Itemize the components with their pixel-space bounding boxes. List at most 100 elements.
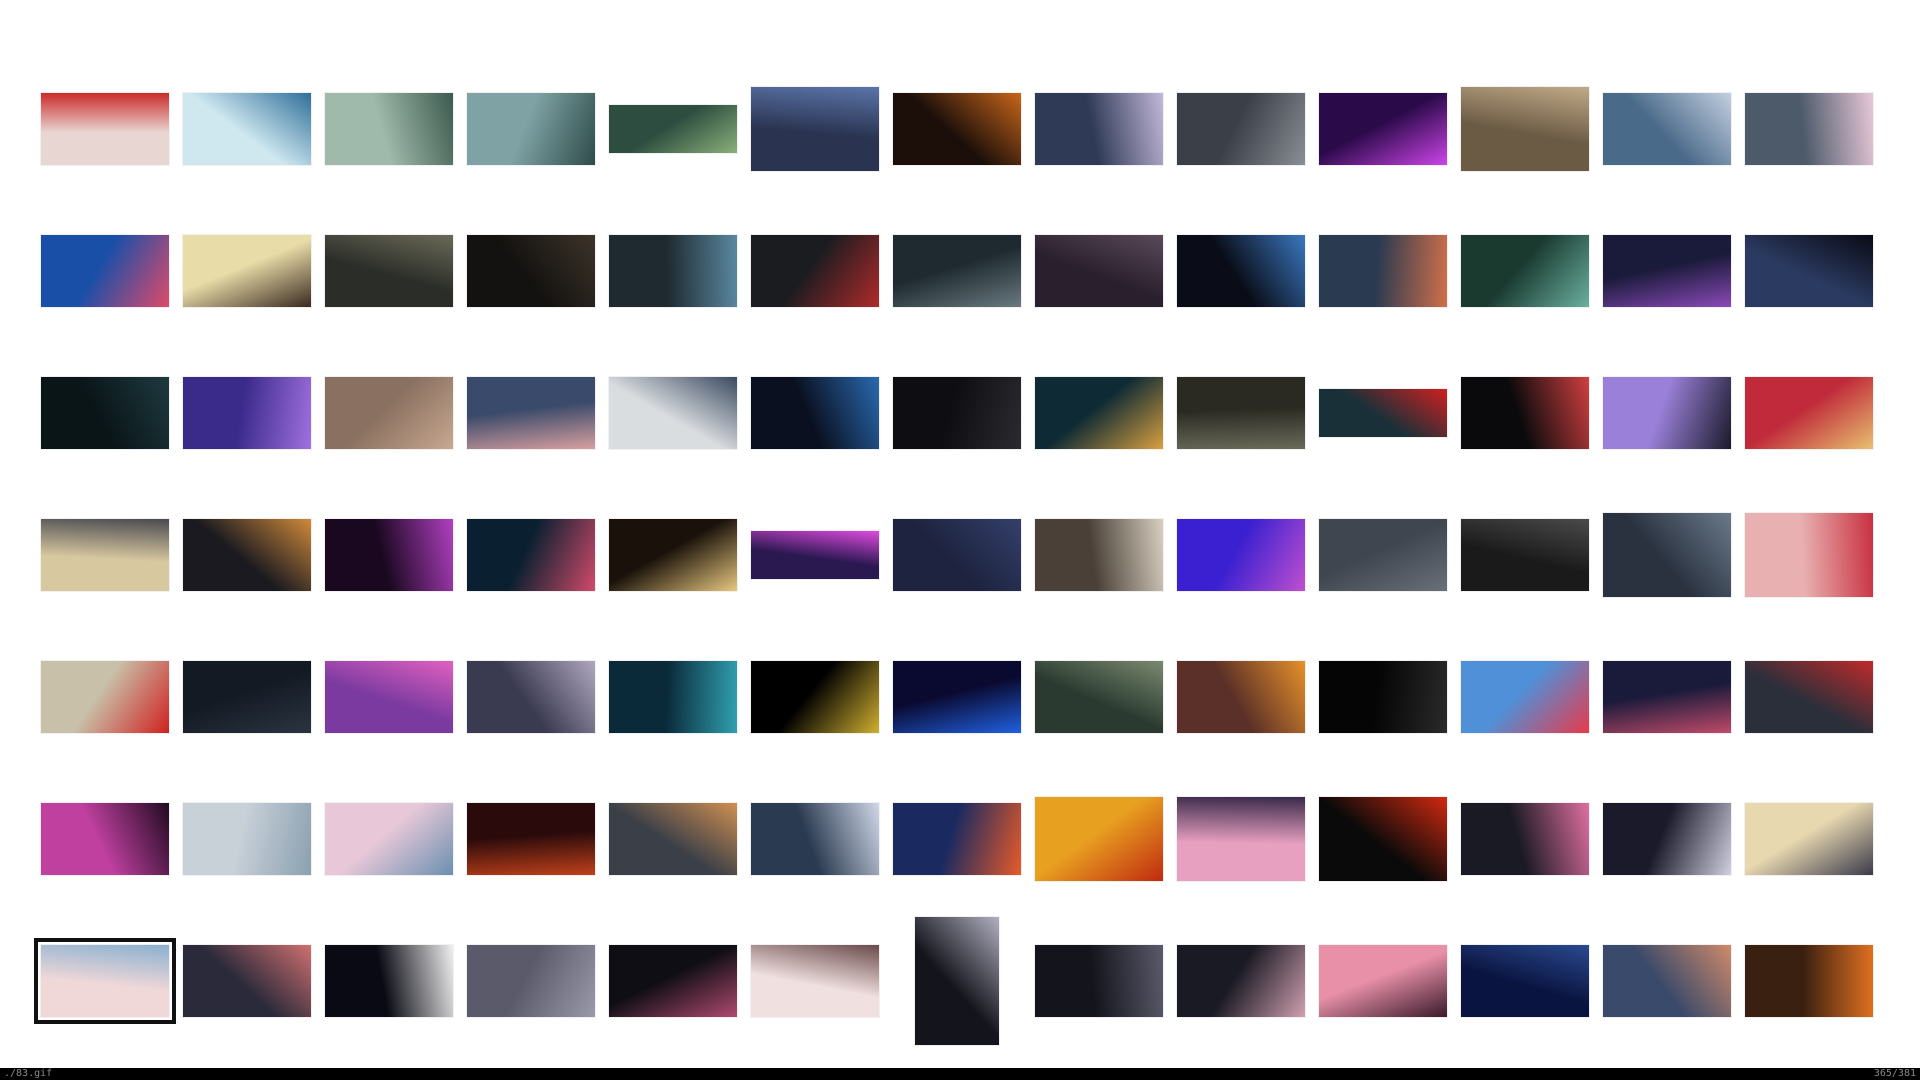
thumbnail-image[interactable] xyxy=(325,519,453,591)
thumbnail-cell[interactable] xyxy=(182,58,312,200)
thumbnail-cell[interactable] xyxy=(892,768,1022,910)
thumbnail-cell[interactable] xyxy=(1318,768,1448,910)
thumbnail-image[interactable] xyxy=(41,377,169,449)
thumbnail-cell[interactable] xyxy=(1460,200,1590,342)
thumbnail-cell[interactable] xyxy=(1034,626,1164,768)
thumbnail-image[interactable] xyxy=(1035,519,1163,591)
thumbnail-cell[interactable] xyxy=(1034,342,1164,484)
thumbnail-image[interactable] xyxy=(183,803,311,875)
thumbnail-image[interactable] xyxy=(1177,235,1305,307)
thumbnail-cell[interactable] xyxy=(892,342,1022,484)
thumbnail-cell[interactable] xyxy=(182,626,312,768)
thumbnail-image[interactable] xyxy=(1461,87,1589,171)
thumbnail-image[interactable] xyxy=(1177,377,1305,449)
thumbnail-image[interactable] xyxy=(1035,945,1163,1017)
thumbnail-image[interactable] xyxy=(751,661,879,733)
thumbnail-cell[interactable] xyxy=(1176,200,1306,342)
thumbnail-image[interactable] xyxy=(1319,389,1447,437)
thumbnail-cell[interactable] xyxy=(182,200,312,342)
thumbnail-image[interactable] xyxy=(1603,661,1731,733)
thumbnail-cell[interactable] xyxy=(1318,342,1448,484)
thumbnail-cell[interactable] xyxy=(466,910,596,1052)
thumbnail-cell[interactable] xyxy=(40,768,170,910)
thumbnail-cell[interactable] xyxy=(1318,484,1448,626)
thumbnail-image[interactable] xyxy=(1177,661,1305,733)
thumbnail-cell[interactable] xyxy=(40,626,170,768)
thumbnail-image[interactable] xyxy=(1319,93,1447,165)
thumbnail-cell[interactable] xyxy=(608,484,738,626)
thumbnail-image[interactable] xyxy=(467,235,595,307)
thumbnail-cell[interactable] xyxy=(182,910,312,1052)
thumbnail-image[interactable] xyxy=(467,945,595,1017)
thumbnail-cell[interactable] xyxy=(608,342,738,484)
thumbnail-image[interactable] xyxy=(41,235,169,307)
thumbnail-cell[interactable] xyxy=(750,626,880,768)
thumbnail-cell[interactable] xyxy=(1744,484,1874,626)
thumbnail-cell[interactable] xyxy=(608,768,738,910)
thumbnail-cell[interactable] xyxy=(608,910,738,1052)
thumbnail-image[interactable] xyxy=(609,661,737,733)
thumbnail-cell[interactable] xyxy=(1034,58,1164,200)
thumbnail-image[interactable] xyxy=(325,377,453,449)
thumbnail-image[interactable] xyxy=(751,945,879,1017)
thumbnail-image[interactable] xyxy=(1745,235,1873,307)
thumbnail-image[interactable] xyxy=(1461,945,1589,1017)
thumbnail-image[interactable] xyxy=(1745,945,1873,1017)
thumbnail-image[interactable] xyxy=(183,945,311,1017)
thumbnail-cell[interactable] xyxy=(1460,768,1590,910)
thumbnail-image[interactable] xyxy=(183,235,311,307)
thumbnail-cell[interactable] xyxy=(1176,484,1306,626)
thumbnail-cell[interactable] xyxy=(1176,58,1306,200)
thumbnail-cell[interactable] xyxy=(1602,342,1732,484)
thumbnail-cell[interactable] xyxy=(40,58,170,200)
thumbnail-image[interactable] xyxy=(41,93,169,165)
thumbnail-cell[interactable] xyxy=(608,58,738,200)
thumbnail-image[interactable] xyxy=(893,377,1021,449)
thumbnail-cell[interactable] xyxy=(34,910,176,1052)
thumbnail-image[interactable] xyxy=(915,917,999,1045)
thumbnail-image[interactable] xyxy=(467,519,595,591)
thumbnail-cell[interactable] xyxy=(1176,768,1306,910)
thumbnail-image[interactable] xyxy=(325,93,453,165)
thumbnail-image[interactable] xyxy=(1035,797,1163,881)
thumbnail-image[interactable] xyxy=(893,235,1021,307)
thumbnail-cell[interactable] xyxy=(324,768,454,910)
thumbnail-image[interactable] xyxy=(1461,519,1589,591)
thumbnail-cell[interactable] xyxy=(1318,58,1448,200)
thumbnail-cell[interactable] xyxy=(1034,910,1164,1052)
thumbnail-image[interactable] xyxy=(1035,377,1163,449)
thumbnail-image[interactable] xyxy=(1035,93,1163,165)
thumbnail-image[interactable] xyxy=(183,661,311,733)
thumbnail-cell[interactable] xyxy=(324,342,454,484)
thumbnail-cell[interactable] xyxy=(1602,626,1732,768)
thumbnail-image[interactable] xyxy=(1603,93,1731,165)
thumbnail-cell[interactable] xyxy=(466,484,596,626)
thumbnail-cell[interactable] xyxy=(182,484,312,626)
thumbnail-image[interactable] xyxy=(1745,661,1873,733)
thumbnail-image[interactable] xyxy=(893,93,1021,165)
thumbnail-cell[interactable] xyxy=(750,768,880,910)
thumbnail-cell[interactable] xyxy=(1744,200,1874,342)
selected-thumbnail[interactable] xyxy=(34,938,176,1024)
thumbnail-cell[interactable] xyxy=(1318,200,1448,342)
thumbnail-image[interactable] xyxy=(41,803,169,875)
thumbnail-image[interactable] xyxy=(751,531,879,579)
thumbnail-cell[interactable] xyxy=(750,342,880,484)
thumbnail-image[interactable] xyxy=(1177,93,1305,165)
thumbnail-image[interactable] xyxy=(325,803,453,875)
thumbnail-image[interactable] xyxy=(893,519,1021,591)
thumbnail-image[interactable] xyxy=(325,235,453,307)
thumbnail-cell[interactable] xyxy=(1460,58,1590,200)
thumbnail-cell[interactable] xyxy=(1176,910,1306,1052)
thumbnail-image[interactable] xyxy=(1603,803,1731,875)
thumbnail-cell[interactable] xyxy=(324,910,454,1052)
thumbnail-cell[interactable] xyxy=(750,58,880,200)
thumbnail-image[interactable] xyxy=(467,93,595,165)
thumbnail-cell[interactable] xyxy=(1318,910,1448,1052)
thumbnail-image[interactable] xyxy=(1603,513,1731,597)
thumbnail-cell[interactable] xyxy=(466,626,596,768)
thumbnail-cell[interactable] xyxy=(892,484,1022,626)
thumbnail-cell[interactable] xyxy=(466,200,596,342)
thumbnail-cell[interactable] xyxy=(892,910,1022,1052)
thumbnail-cell[interactable] xyxy=(750,200,880,342)
